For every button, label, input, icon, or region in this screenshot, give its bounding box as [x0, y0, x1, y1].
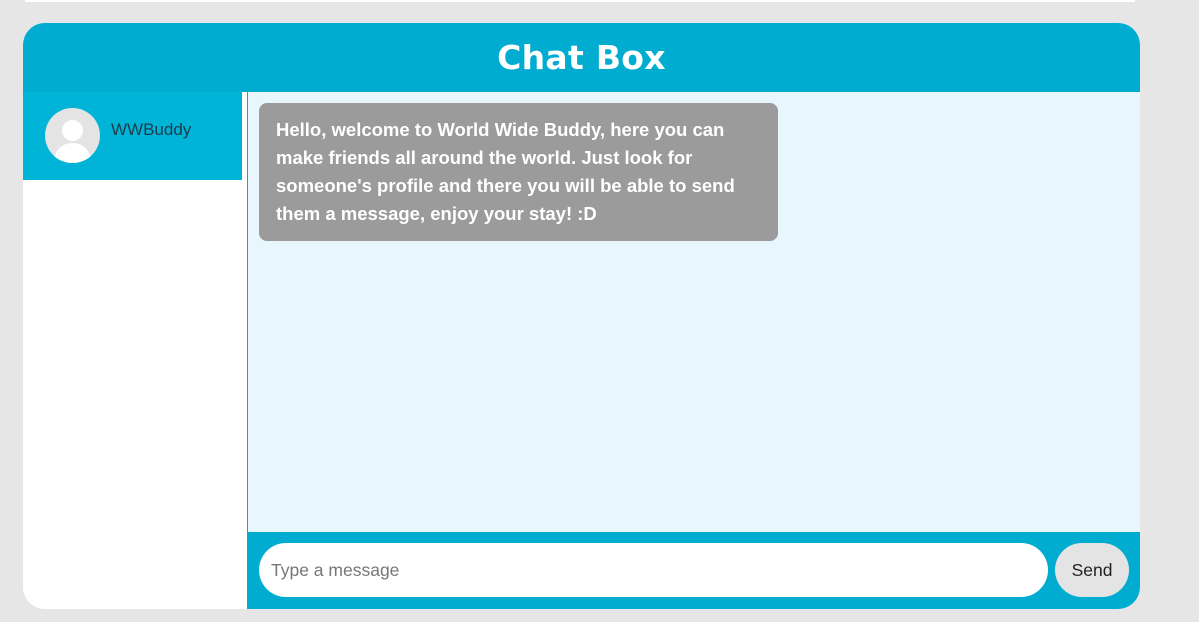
chat-box: Chat Box WWBuddy Hello, welcome to World…: [23, 23, 1140, 609]
contact-name: WWBuddy: [111, 120, 192, 139]
contacts-sidebar: WWBuddy: [23, 92, 248, 609]
message-composer: Send: [248, 532, 1140, 609]
message-area: Hello, welcome to World Wide Buddy, here…: [248, 92, 1140, 532]
top-strip: [25, 0, 1135, 2]
avatar-body-shape: [54, 143, 91, 163]
send-button[interactable]: Send: [1055, 543, 1129, 597]
message-bubble: Hello, welcome to World Wide Buddy, here…: [259, 103, 778, 241]
page-title: Chat Box: [497, 38, 666, 77]
contact-item-wwbuddy[interactable]: WWBuddy: [23, 92, 242, 180]
chat-header: Chat Box: [23, 23, 1140, 92]
avatar-head-shape: [62, 120, 83, 141]
message-input[interactable]: [259, 543, 1048, 597]
user-avatar-icon: [45, 108, 100, 163]
